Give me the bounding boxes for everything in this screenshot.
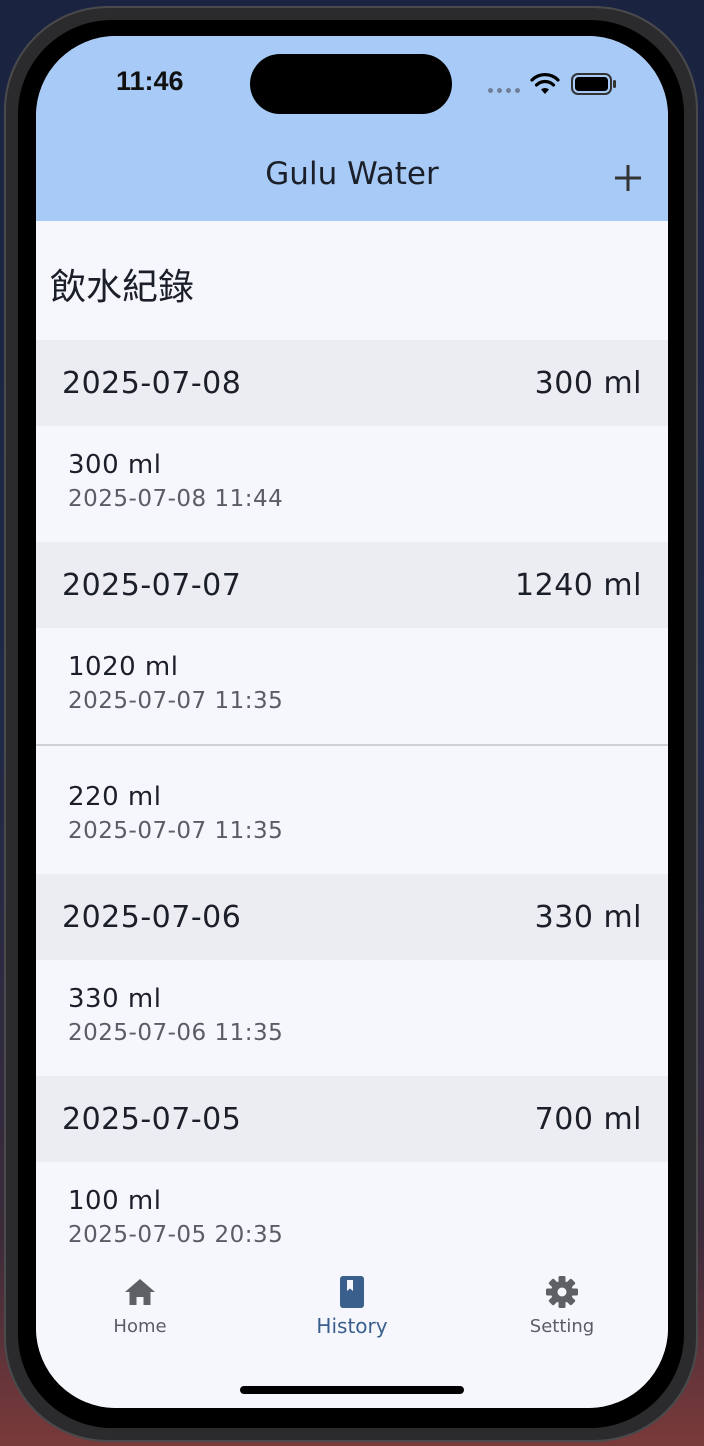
entry-amount: 300 ml (68, 450, 162, 480)
wifi-icon (530, 73, 560, 94)
day-date: 2025-07-07 (62, 567, 242, 603)
entry-amount: 100 ml (68, 1186, 162, 1216)
entry-amount: 220 ml (68, 782, 162, 812)
list-item[interactable]: 330 ml 2025-07-06 11:35 (36, 960, 668, 1076)
status-time: 11:46 (116, 66, 184, 96)
list-item[interactable]: 300 ml 2025-07-08 11:44 (36, 426, 668, 542)
tab-label: Setting (529, 1316, 595, 1337)
day-header: 2025-07-05 700 ml (36, 1076, 668, 1162)
day-total: 700 ml (534, 1101, 642, 1137)
day-date: 2025-07-06 (62, 899, 242, 935)
cellular-signal-icon (488, 88, 520, 93)
entry-time: 2025-07-07 11:35 (68, 818, 284, 844)
tab-setting[interactable]: Setting (482, 1274, 642, 1337)
day-header: 2025-07-06 330 ml (36, 874, 668, 960)
day-total: 300 ml (534, 365, 642, 401)
app-bar: 11:46 Gulu Water (36, 36, 668, 221)
battery-icon (571, 73, 616, 95)
day-date: 2025-07-05 (62, 1101, 242, 1137)
gear-icon (546, 1276, 578, 1308)
page-title: 飲水紀錄 (50, 267, 195, 308)
list-item[interactable]: 1020 ml 2025-07-07 11:35 (36, 628, 668, 744)
entry-time: 2025-07-07 11:35 (68, 688, 284, 714)
tab-label: Home (113, 1316, 167, 1337)
list-item[interactable]: 100 ml 2025-07-05 20:35 (36, 1162, 668, 1260)
day-total: 1240 ml (515, 567, 642, 603)
home-icon (125, 1279, 155, 1305)
dynamic-island (250, 54, 452, 114)
screen: 11:46 Gulu Water 飲水紀錄 2025-07-08 300 ml (36, 36, 668, 1408)
plus-icon (615, 165, 641, 191)
entry-time: 2025-07-05 20:35 (68, 1222, 284, 1248)
day-header: 2025-07-07 1240 ml (36, 542, 668, 628)
day-date: 2025-07-08 (62, 365, 242, 401)
entry-amount: 330 ml (68, 984, 162, 1014)
day-header: 2025-07-08 300 ml (36, 340, 668, 426)
add-button[interactable] (610, 160, 646, 196)
home-indicator[interactable] (240, 1386, 464, 1394)
tab-history[interactable]: History (272, 1274, 432, 1338)
list-item[interactable]: 220 ml 2025-07-07 11:35 (36, 744, 668, 874)
entry-amount: 1020 ml (68, 652, 179, 682)
book-icon (340, 1276, 364, 1308)
app-title: Gulu Water (265, 156, 439, 192)
tab-label: History (316, 1314, 388, 1338)
tab-home[interactable]: Home (60, 1274, 220, 1337)
day-total: 330 ml (534, 899, 642, 935)
entry-time: 2025-07-06 11:35 (68, 1020, 284, 1046)
history-list[interactable]: 2025-07-08 300 ml 300 ml 2025-07-08 11:4… (36, 340, 668, 1260)
entry-time: 2025-07-08 11:44 (68, 486, 284, 512)
